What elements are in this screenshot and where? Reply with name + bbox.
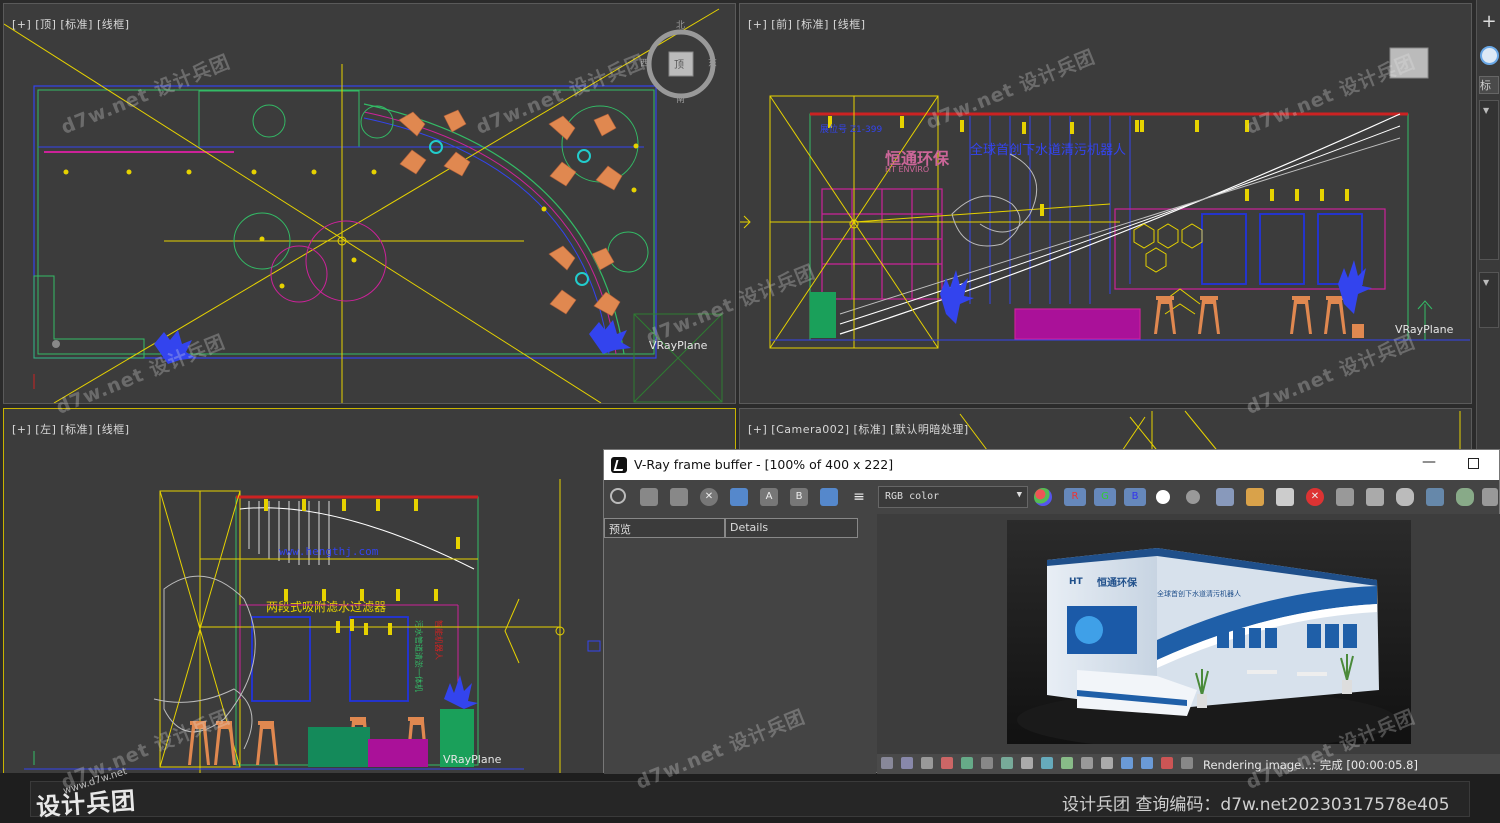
maximize-icon[interactable] [1468, 458, 1479, 469]
viewport-top-label[interactable]: [+] [顶] [标准] [线框] [12, 16, 130, 32]
collapse-arrow-icon[interactable]: ▼ [1483, 278, 1489, 287]
svg-text:HT: HT [1069, 577, 1084, 587]
mono-channel-icon[interactable] [1186, 490, 1200, 504]
vray-frame-buffer-window[interactable]: V-Ray frame buffer - [100% of 400 x 222]… [603, 449, 1500, 774]
vfb-toolbar: ✕ A B ≡ RGB color ▼ R G B ✕ [604, 480, 1499, 514]
brand-logo-text: 设计兵团 [35, 786, 138, 822]
blue-channel-button[interactable]: B [1124, 488, 1146, 506]
clipboard-icon[interactable] [1276, 488, 1294, 506]
red-channel-button[interactable]: R [1064, 488, 1086, 506]
channel-select-value: RGB color [885, 491, 940, 502]
white-channel-icon[interactable] [1156, 490, 1170, 504]
render-teapot-icon[interactable] [1396, 488, 1414, 506]
tab-preview[interactable]: 预览 [604, 518, 725, 538]
status-tool-icon[interactable] [1021, 757, 1033, 769]
status-tool-icon[interactable] [1101, 757, 1113, 769]
vray-logo-icon [611, 457, 627, 473]
viewport-top-wireframe: 顶 北 东 西 南 [4, 8, 723, 403]
status-tool-icon[interactable] [981, 757, 993, 769]
status-tool-icon[interactable] [901, 757, 913, 769]
svg-text:西: 西 [640, 58, 649, 69]
command-panel-section-1 [1479, 100, 1499, 260]
green-channel-button[interactable]: G [1094, 488, 1116, 506]
viewport-front[interactable]: [+] [前] [标准] [线框] 恒通环保 HT ENVIRO 全球首创下水道… [739, 3, 1472, 404]
open-folder-icon[interactable] [1246, 488, 1264, 506]
svg-text:北: 北 [676, 20, 685, 31]
svg-text:污水管道清淤一体机: 污水管道清淤一体机 [414, 620, 424, 692]
vfb-title-bar[interactable]: V-Ray frame buffer - [100% of 400 x 222]… [604, 450, 1499, 480]
minimize-icon[interactable]: — [1422, 454, 1436, 470]
stop-render-icon[interactable]: ✕ [1306, 488, 1324, 506]
svg-text:顶: 顶 [674, 59, 684, 71]
rendered-booth-image: HT 恒通环保 全球首创下水道清污机器人 [1007, 520, 1411, 744]
save-all-icon[interactable] [670, 488, 688, 506]
track-mouse-icon[interactable] [1366, 488, 1384, 506]
interactive-render-icon[interactable] [1456, 488, 1474, 506]
set-a-button[interactable]: A [760, 488, 778, 506]
status-tool-icon[interactable] [1081, 757, 1093, 769]
status-tool-icon[interactable] [1161, 757, 1173, 769]
vfb-render-area[interactable]: HT 恒通环保 全球首创下水道清污机器人 [877, 514, 1500, 754]
set-b-button[interactable]: B [790, 488, 808, 506]
status-tool-icon[interactable] [881, 757, 893, 769]
brand-logo: www.d7w.net 设计兵团 [35, 766, 146, 822]
clear-icon[interactable]: ✕ [700, 488, 718, 506]
svg-text:HT ENVIRO: HT ENVIRO [885, 165, 929, 174]
chevron-down-icon: ▼ [1016, 490, 1022, 500]
status-tool-icon[interactable] [1141, 757, 1153, 769]
color-channels-icon[interactable] [1034, 488, 1052, 506]
status-tool-icon[interactable] [1061, 757, 1073, 769]
status-tool-icon[interactable] [941, 757, 953, 769]
viewport-front-wireframe: 恒通环保 HT ENVIRO 全球首创下水道清污机器人 展位号 Z1-399 [740, 47, 1470, 349]
extra-tool-icon[interactable] [1482, 488, 1498, 506]
svg-text:展位号 Z1-399: 展位号 Z1-399 [820, 123, 882, 135]
rendered-booth-svg: HT 恒通环保 全球首创下水道清污机器人 [1007, 520, 1411, 744]
bottom-bar: 设计兵团 查询编码：d7w.net20230317578e405 [0, 773, 1500, 823]
status-tool-icon[interactable] [1181, 757, 1193, 769]
vfb-history-panel: 预览 Details [604, 514, 876, 774]
status-tool-icon[interactable] [1001, 757, 1013, 769]
history-ab-icon[interactable] [820, 488, 838, 506]
bottom-info-text: 设计兵团 查询编码：d7w.net20230317578e405 [1062, 795, 1450, 815]
status-tool-icon[interactable] [921, 757, 933, 769]
status-tool-icon[interactable] [1041, 757, 1053, 769]
status-tool-icon[interactable] [1121, 757, 1133, 769]
render-status-text: Rendering image...: 完成 [00:00:05.8] [1203, 758, 1418, 772]
svg-text:全球首创下水道清污机器人: 全球首创下水道清污机器人 [970, 142, 1126, 158]
viewport-left-label[interactable]: [+] [左] [标准] [线框] [12, 421, 130, 437]
sphere-create-icon[interactable] [1480, 46, 1499, 65]
viewport-top-vrayplane-label: VRayPlane [649, 339, 708, 352]
svg-text:全球首创下水道清污机器人: 全球首创下水道清污机器人 [1157, 589, 1241, 598]
svg-text:南: 南 [676, 93, 685, 105]
status-tool-icon[interactable] [961, 757, 973, 769]
channel-select[interactable]: RGB color ▼ [878, 486, 1028, 508]
link-icon[interactable] [1426, 488, 1444, 506]
svg-text:www.hengthj.com: www.hengthj.com [279, 545, 379, 558]
tab-details[interactable]: Details [725, 518, 858, 538]
viewport-top[interactable]: [+] [顶] [标准] [线框] 顶 北 东 西 南 VRayPlane [3, 3, 736, 404]
standard-primitives-select[interactable]: 标 [1479, 76, 1499, 94]
compare-ab-icon[interactable] [730, 488, 748, 506]
svg-text:恒通环保: 恒通环保 [1097, 576, 1138, 589]
power-icon[interactable] [610, 488, 626, 504]
viewport-left-vrayplane-label: VRayPlane [443, 753, 502, 766]
save-icon[interactable] [1216, 488, 1234, 506]
region-render-icon[interactable] [1336, 488, 1354, 506]
collapse-arrow-icon[interactable]: ▼ [1483, 106, 1489, 115]
vfb-status-bar: Rendering image...: 完成 [00:00:05.8] [877, 754, 1500, 774]
vfb-title: V-Ray frame buffer - [100% of 400 x 222] [634, 457, 894, 472]
save-image-icon[interactable] [640, 488, 658, 506]
svg-text:智能机器人: 智能机器人 [434, 620, 444, 660]
viewport-camera-label[interactable]: [+] [Camera002] [标准] [默认明暗处理] [748, 421, 969, 437]
viewport-front-label[interactable]: [+] [前] [标准] [线框] [748, 16, 866, 32]
svg-text:东: 东 [708, 57, 717, 69]
viewport-front-vrayplane-label: VRayPlane [1395, 323, 1454, 336]
svg-text:两段式吸附滤水过滤器: 两段式吸附滤水过滤器 [266, 599, 386, 614]
menu-icon[interactable]: ≡ [850, 488, 868, 506]
create-plus-icon[interactable]: + [1481, 13, 1497, 31]
